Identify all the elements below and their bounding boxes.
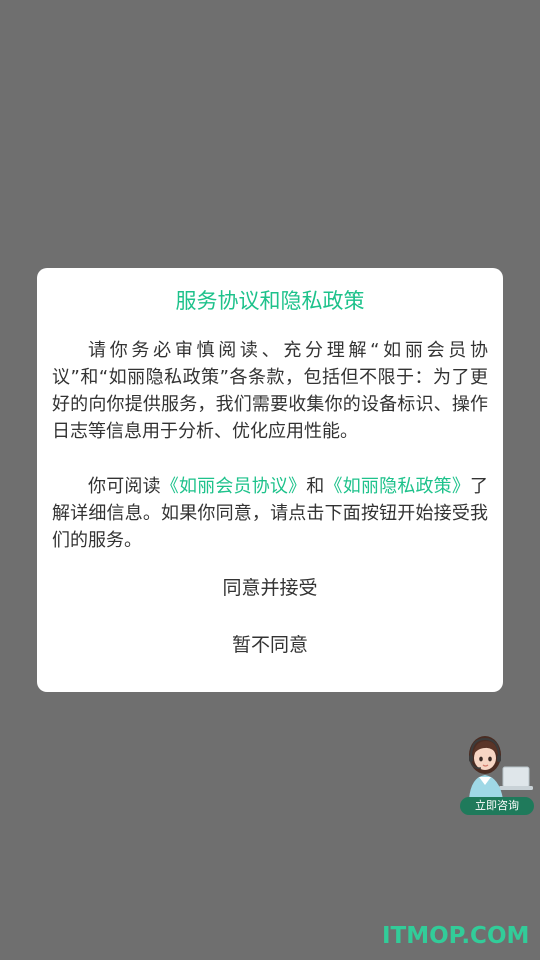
consult-now-widget[interactable]: 立即咨询 — [459, 733, 537, 817]
accept-button[interactable]: 同意并接受 — [52, 574, 488, 602]
agreement-paragraph: 请你务必审慎阅读、充分理解“如丽会员协议”和“如丽隐私政策”各条款，包括但不限于… — [52, 340, 488, 442]
decline-button[interactable]: 暂不同意 — [52, 631, 488, 659]
links-paragraph-and: 和 — [306, 476, 325, 497]
customer-service-avatar-icon — [469, 736, 533, 799]
links-paragraph: 你可阅读《如丽会员协议》和《如丽隐私政策》了解详细信息。如果你同意，请点击下面按… — [52, 473, 488, 554]
site-watermark: ITMOP.COM — [382, 923, 530, 949]
privacy-policy-link[interactable]: 《如丽隐私政策》 — [325, 476, 471, 497]
dialog-title: 服务协议和隐私政策 — [175, 289, 365, 313]
agreement-dialog: 服务协议和隐私政策 请你务必审慎阅读、充分理解“如丽会员协议”和“如丽隐私政策”… — [37, 268, 503, 692]
member-agreement-link[interactable]: 《如丽会员协议》 — [161, 476, 307, 497]
links-paragraph-prefix: 你可阅读 — [88, 476, 161, 497]
consult-now-label[interactable]: 立即咨询 — [460, 797, 534, 815]
